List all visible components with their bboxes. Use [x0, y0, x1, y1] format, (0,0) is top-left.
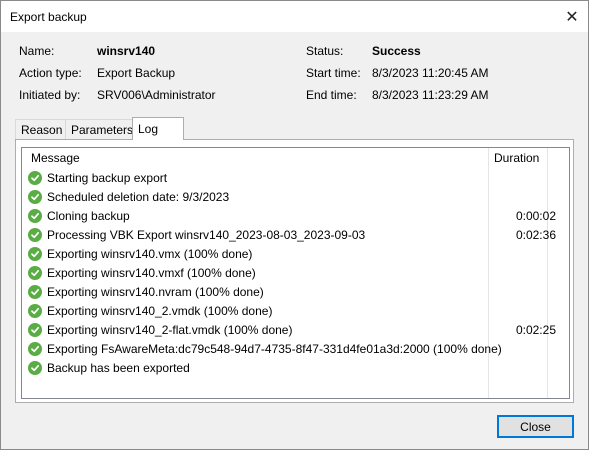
start-time-label: Start time:: [306, 66, 361, 80]
tab-log-label: Log: [138, 122, 159, 136]
log-message: Exporting winsrv140.vmx (100% done): [47, 247, 253, 261]
window-title: Export backup: [10, 10, 87, 24]
log-list[interactable]: Message Duration Starting backup export S…: [21, 147, 570, 399]
log-row[interactable]: Backup has been exported: [22, 359, 569, 378]
column-header-duration[interactable]: Duration: [490, 148, 539, 170]
tab-parameters-label: Parameters: [71, 122, 134, 137]
check-circle-icon: [28, 209, 42, 223]
status-label: Status:: [306, 44, 344, 58]
log-message: Scheduled deletion date: 9/3/2023: [47, 190, 230, 204]
check-circle-icon: [28, 323, 42, 337]
end-time-label: End time:: [306, 88, 357, 102]
title-bar: Export backup ✕: [1, 1, 588, 32]
end-time-value: 8/3/2023 11:23:29 AM: [372, 88, 489, 102]
log-message: Starting backup export: [47, 171, 168, 185]
check-circle-icon: [28, 304, 42, 318]
log-row[interactable]: Exporting FsAwareMeta:dc79c548-94d7-4735…: [22, 340, 569, 359]
export-backup-dialog: Export backup ✕ Name: winsrv140 Action t…: [0, 0, 589, 450]
tab-reason[interactable]: Reason: [15, 119, 66, 139]
status-value: Success: [372, 44, 421, 58]
log-row[interactable]: Exporting winsrv140_2-flat.vmdk (100% do…: [22, 321, 569, 340]
log-message: Exporting winsrv140_2-flat.vmdk (100% do…: [47, 323, 293, 337]
check-circle-icon: [28, 228, 42, 242]
log-row[interactable]: Cloning backup 0:00:02: [22, 207, 569, 226]
initiated-by-label: Initiated by:: [19, 88, 81, 102]
log-message: Backup has been exported: [47, 361, 190, 375]
close-button[interactable]: Close: [497, 415, 574, 438]
log-message: Processing VBK Export winsrv140_2023-08-…: [47, 228, 366, 242]
log-duration: 0:02:36: [515, 228, 556, 242]
log-message: Exporting FsAwareMeta:dc79c548-94d7-4735…: [47, 342, 502, 356]
log-duration: 0:00:02: [515, 209, 556, 223]
log-row[interactable]: Processing VBK Export winsrv140_2023-08-…: [22, 226, 569, 245]
log-list-header: Message Duration: [22, 148, 569, 170]
log-row[interactable]: Exporting winsrv140.nvram (100% done): [22, 283, 569, 302]
tab-parameters[interactable]: Parameters: [65, 119, 133, 139]
name-value: winsrv140: [97, 44, 156, 58]
log-message: Exporting winsrv140_2.vmdk (100% done): [47, 304, 273, 318]
check-circle-icon: [28, 171, 42, 185]
start-time-value: 8/3/2023 11:20:45 AM: [372, 66, 489, 80]
column-header-message[interactable]: Message: [27, 148, 80, 170]
check-circle-icon: [28, 247, 42, 261]
initiated-by-value: SRV006\Administrator: [97, 88, 216, 102]
tab-reason-label: Reason: [21, 122, 63, 137]
tab-log[interactable]: Log: [132, 117, 184, 140]
action-type-label: Action type:: [19, 66, 82, 80]
action-type-value: Export Backup: [97, 66, 176, 80]
check-circle-icon: [28, 361, 42, 375]
log-row[interactable]: Exporting winsrv140.vmx (100% done): [22, 245, 569, 264]
log-duration: 0:02:25: [515, 323, 556, 337]
name-label: Name:: [19, 44, 55, 58]
close-icon[interactable]: ✕: [556, 1, 588, 32]
log-row[interactable]: Exporting winsrv140.vmxf (100% done): [22, 264, 569, 283]
log-row[interactable]: Exporting winsrv140_2.vmdk (100% done): [22, 302, 569, 321]
check-circle-icon: [28, 342, 42, 356]
check-circle-icon: [28, 190, 42, 204]
log-row[interactable]: Starting backup export: [22, 169, 569, 188]
log-message: Cloning backup: [47, 209, 130, 223]
log-message: Exporting winsrv140.vmxf (100% done): [47, 266, 256, 280]
log-tab-panel: Message Duration Starting backup export S…: [15, 139, 574, 403]
check-circle-icon: [28, 285, 42, 299]
log-row[interactable]: Scheduled deletion date: 9/3/2023: [22, 188, 569, 207]
check-circle-icon: [28, 266, 42, 280]
log-message: Exporting winsrv140.nvram (100% done): [47, 285, 264, 299]
